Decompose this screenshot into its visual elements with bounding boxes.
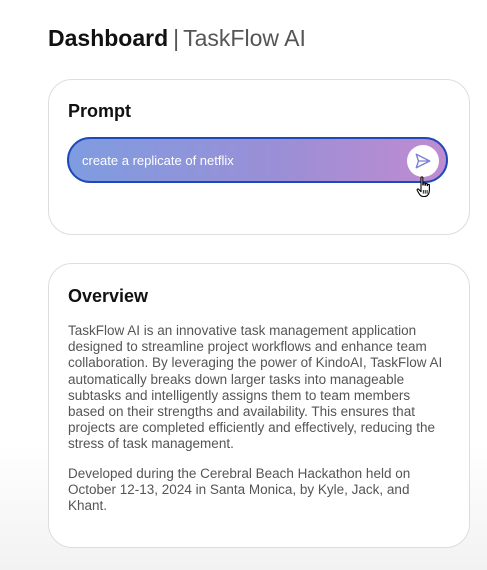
page-header: Dashboard | TaskFlow AI xyxy=(48,24,306,52)
prompt-card: Prompt xyxy=(48,79,470,235)
overview-credits: Developed during the Cerebral Beach Hack… xyxy=(68,466,411,514)
send-button[interactable] xyxy=(407,145,439,177)
overview-description: TaskFlow AI is an innovative task manage… xyxy=(68,323,443,452)
send-icon xyxy=(415,153,431,169)
hand-pointer-icon xyxy=(416,176,430,198)
overview-card: Overview TaskFlow AI is an innovative ta… xyxy=(48,263,470,548)
overview-card-title: Overview xyxy=(68,286,149,306)
prompt-bar xyxy=(67,137,448,183)
page-title: Dashboard xyxy=(48,25,169,51)
title-separator: | xyxy=(173,25,180,51)
app-name: TaskFlow AI xyxy=(183,25,306,51)
prompt-card-title: Prompt xyxy=(68,101,131,121)
prompt-input[interactable] xyxy=(82,148,392,172)
